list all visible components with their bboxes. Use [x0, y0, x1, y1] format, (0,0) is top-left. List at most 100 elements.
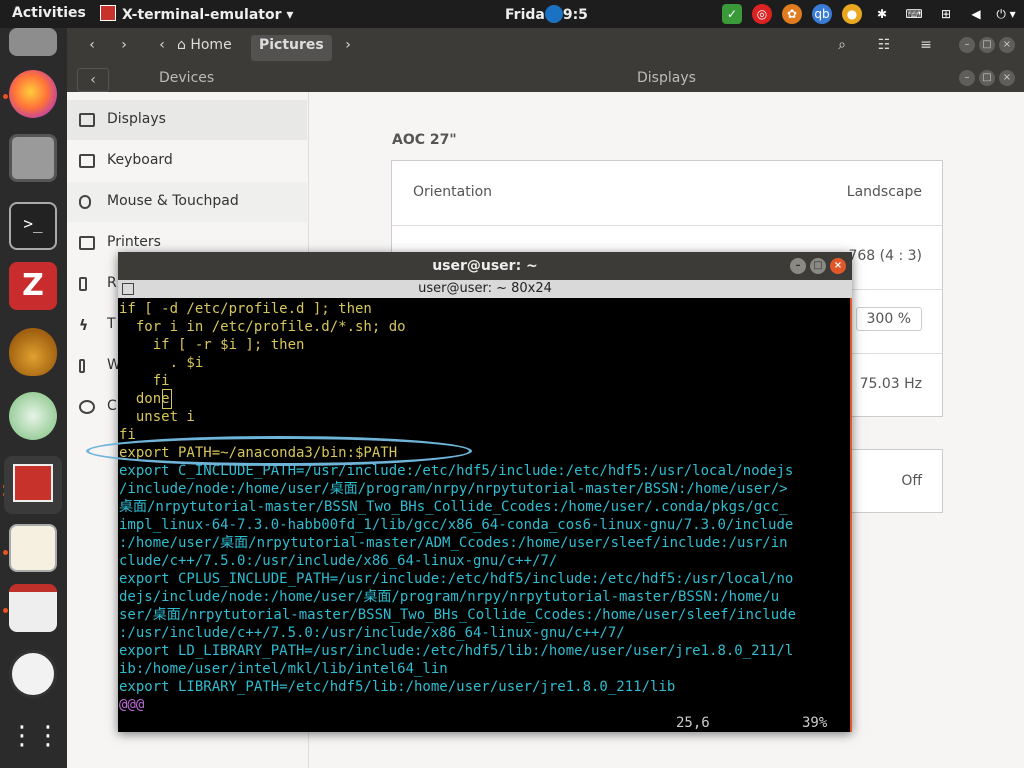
netease-music-icon[interactable]: ◎ [752, 4, 772, 24]
terminal-line: if [ -d /etc/profile.d ]; then [119, 301, 372, 317]
breadcrumb-right-icon[interactable]: › [337, 37, 359, 55]
dock: >_ Z ⋮⋮ [0, 28, 67, 768]
devices-title: Devices [159, 70, 215, 86]
terminal-line: :/usr/include/c++/7.5.0:/usr/include/x86… [119, 625, 625, 641]
activities-button[interactable]: Activities [12, 5, 86, 21]
app-menu-label: X-terminal-emulator [122, 7, 282, 23]
text-editor-icon[interactable] [9, 524, 57, 572]
view-toggle-icon[interactable]: ☷ [873, 37, 895, 55]
clock[interactable]: Frida 9:5 [505, 5, 588, 23]
terminal-minimize-icon[interactable]: – [790, 258, 806, 274]
terminal-line: ser/桌面/nrpytutorial-master/BSSN_Two_BHs_… [119, 607, 797, 623]
sidebar-item-label: T [107, 316, 116, 332]
terminal-line: fi [119, 373, 170, 389]
settings-maximize-icon[interactable]: □ [979, 70, 995, 86]
network-icon[interactable]: ⊞ [936, 4, 956, 24]
wechat-icon[interactable] [9, 392, 57, 440]
keyboard-icon [79, 154, 95, 168]
close-icon[interactable]: × [999, 37, 1015, 53]
settings-minimize-icon[interactable]: – [959, 70, 975, 86]
breadcrumb-home-label: Home [190, 37, 232, 53]
menu-icon[interactable]: ≡ [915, 37, 937, 55]
sidebar-item-mouse[interactable]: Mouse & Touchpad [67, 182, 307, 222]
terminal-close-icon[interactable]: × [830, 258, 846, 274]
file-manager-icon[interactable] [9, 134, 57, 182]
volume-icon[interactable]: ◀ [966, 4, 986, 24]
terminal-line: export LIBRARY_PATH=/etc/hdf5/lib:/home/… [119, 679, 676, 695]
color-icon [79, 400, 95, 414]
breadcrumb-pictures[interactable]: Pictures [251, 35, 332, 61]
terminal-icon[interactable]: >_ [9, 202, 57, 250]
power-icon[interactable]: ⏻ ▾ [996, 4, 1016, 24]
orientation-row[interactable]: Orientation Landscape [392, 161, 942, 226]
panel-title: Displays [637, 70, 696, 86]
sidebar-item-label: Displays [107, 111, 166, 127]
vim-cursor-position: 25,6 [676, 715, 710, 731]
terminal-line: export CPLUS_INCLUDE_PATH=/usr/include:/… [119, 571, 794, 587]
sidebar-item-label: C [107, 398, 117, 414]
night-light-value: Off [901, 473, 922, 489]
back-nav-icon[interactable]: ‹ [81, 37, 103, 55]
show-applications-icon[interactable]: ⋮⋮ [9, 712, 61, 760]
breadcrumb-home[interactable]: ⌂ Home [169, 35, 240, 61]
terminal-line: :/home/user/桌面/nrpytutorial-master/ADM_C… [119, 535, 788, 551]
system-tray: ✓ ◎ ✿ qb ● ✱ ⌨ ⊞ ◀ ⏻ ▾ [722, 4, 1016, 24]
settings-back-button[interactable]: ‹ [77, 68, 109, 92]
bluetooth-icon[interactable]: ✱ [872, 4, 892, 24]
search-icon[interactable]: ⌕ [831, 37, 853, 55]
terminal-line: unset i [119, 409, 195, 425]
terminal-menu-icon[interactable] [122, 283, 134, 295]
resolution-value: 768 (4 : 3) [848, 248, 922, 264]
terminal-line: clude/c++/7.5.0:/usr/include/x86_64-linu… [119, 553, 558, 569]
terminal-subtitle-bar: user@user: ~ 80x24 [118, 280, 852, 298]
sidebar-item-displays[interactable]: Displays [67, 100, 307, 140]
sidebar-item-label: Mouse & Touchpad [107, 193, 239, 209]
qbittorrent-icon[interactable]: qb [812, 4, 832, 24]
pdf-viewer-icon[interactable] [9, 584, 57, 632]
vim-scroll-percent: 39% [802, 715, 828, 731]
clock-time: 9:5 [562, 7, 588, 23]
shield-icon[interactable]: ✓ [722, 4, 742, 24]
settings-close-icon[interactable]: × [999, 70, 1015, 86]
terminal-title-bar[interactable]: user@user: ~ – □ × [118, 252, 852, 280]
minimize-icon[interactable]: – [959, 37, 975, 53]
home-icon: ⌂ [177, 37, 186, 53]
terminal-window-controls: – □ × [790, 258, 846, 274]
forward-nav-icon[interactable]: › [113, 37, 135, 55]
top-bar: Activities X-terminal-emulator ▾ Frida 9:… [0, 0, 1024, 28]
terminal-emulator-icon[interactable] [4, 456, 62, 514]
acorn-icon[interactable] [9, 328, 57, 376]
terminal-output[interactable]: if [ -d /etc/profile.d ]; then for i in … [118, 298, 850, 732]
filezilla-icon[interactable]: Z [9, 262, 57, 310]
app-menu[interactable]: X-terminal-emulator ▾ [100, 5, 293, 23]
settings-header: ‹ Devices Displays – □ × [67, 64, 1024, 92]
scale-300-button[interactable]: 300 % [855, 307, 922, 331]
firefox-icon[interactable] [9, 70, 57, 118]
settings-tray-icon[interactable]: ✿ [782, 4, 802, 24]
cat-icon[interactable]: ● [842, 4, 862, 24]
teamviewer-icon[interactable] [544, 5, 563, 23]
running-indicator [3, 608, 8, 613]
terminal-scrollbar[interactable] [850, 298, 852, 732]
sidebar-item-keyboard[interactable]: Keyboard [67, 141, 307, 181]
monitor-name: AOC 27" [392, 132, 457, 148]
maximize-icon[interactable]: □ [979, 37, 995, 53]
orientation-value: Landscape [846, 184, 922, 200]
sidebar-item-label: Printers [107, 234, 161, 250]
terminal-line: dejs/include/node:/home/user/桌面/program/… [119, 589, 780, 605]
terminal-line-truncated: @@@ [119, 697, 145, 713]
terminal-line: for i in /etc/profile.d/*.sh; do [119, 319, 406, 335]
dock-files-top-icon[interactable] [9, 28, 57, 56]
terminal-window: user@user: ~ – □ × user@user: ~ 80x24 if… [118, 252, 852, 732]
terminal-line: if [ -r $i ]; then [119, 337, 305, 353]
file-manager-header: ‹ › ‹ ⌂ Home Pictures › ⌕ ☷ ≡ – □ × [67, 28, 1024, 64]
keyboard-icon[interactable]: ⌨ [902, 4, 926, 24]
highlight-ellipse [86, 436, 472, 466]
terminal-maximize-icon[interactable]: □ [810, 258, 826, 274]
terminal-line: ib:/home/user/intel/mkl/lib/intel64_lin [119, 661, 448, 677]
sidebar-item-label: R [107, 275, 117, 291]
orientation-label: Orientation [413, 184, 493, 200]
terminal-line: impl_linux-64-7.3.0-habb00fd_1/lib/gcc/x… [119, 517, 794, 533]
terminal-line: /include/node:/home/user/桌面/program/nrpy… [119, 481, 788, 497]
timeshift-icon[interactable] [9, 650, 57, 698]
